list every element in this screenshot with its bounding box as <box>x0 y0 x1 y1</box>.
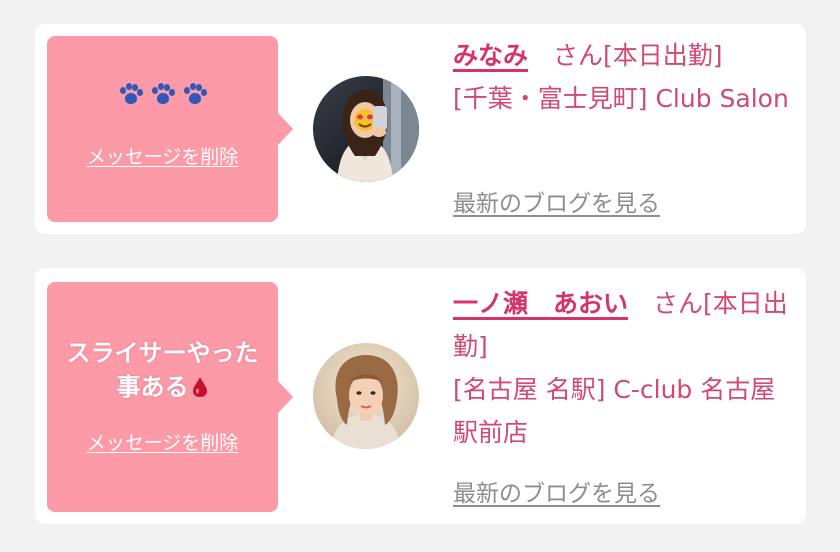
message-text: スライサーやった 事ある <box>47 336 278 404</box>
latest-blog-link[interactable]: 最新のブログを見る <box>453 474 660 508</box>
attendance-status: さん[本日出勤] <box>528 41 723 70</box>
delete-message-link[interactable]: メッセージを削除 <box>47 428 278 455</box>
paw-prints-icon <box>118 83 208 107</box>
message-line-1: スライサーやった <box>66 339 259 367</box>
favorite-girls-list: メッセージを削除 みなみ さん[本日出勤] [千葉・富士見町] Club Sal… <box>0 0 840 552</box>
shop-name: [千葉・富士見町] Club Salon <box>453 84 789 113</box>
favorite-card: スライサーやった 事ある メッセージを削除 一ノ瀬 あおい さん[本日出勤] [… <box>35 268 806 524</box>
girl-info: みなみ さん[本日出勤] [千葉・富士見町] Club Salon <box>453 34 793 120</box>
avatar[interactable] <box>313 343 419 449</box>
message-bubble: メッセージを削除 <box>47 36 293 222</box>
avatar[interactable] <box>313 76 419 182</box>
message-text <box>47 82 278 116</box>
girl-name-link[interactable]: 一ノ瀬 あおい <box>453 289 628 318</box>
favorite-card: メッセージを削除 みなみ さん[本日出勤] [千葉・富士見町] Club Sal… <box>35 24 806 234</box>
girl-info: 一ノ瀬 あおい さん[本日出勤] [名古屋 名駅] C-club 名古屋駅前店 <box>453 282 793 454</box>
message-line-2: 事ある <box>116 373 189 401</box>
girl-name-link[interactable]: みなみ <box>453 41 528 70</box>
shop-name: [名古屋 名駅] C-club 名古屋駅前店 <box>453 375 776 447</box>
latest-blog-link[interactable]: 最新のブログを見る <box>453 184 660 218</box>
delete-message-link[interactable]: メッセージを削除 <box>47 142 278 169</box>
blood-drop-icon <box>192 377 207 397</box>
message-bubble: スライサーやった 事ある メッセージを削除 <box>47 282 293 512</box>
